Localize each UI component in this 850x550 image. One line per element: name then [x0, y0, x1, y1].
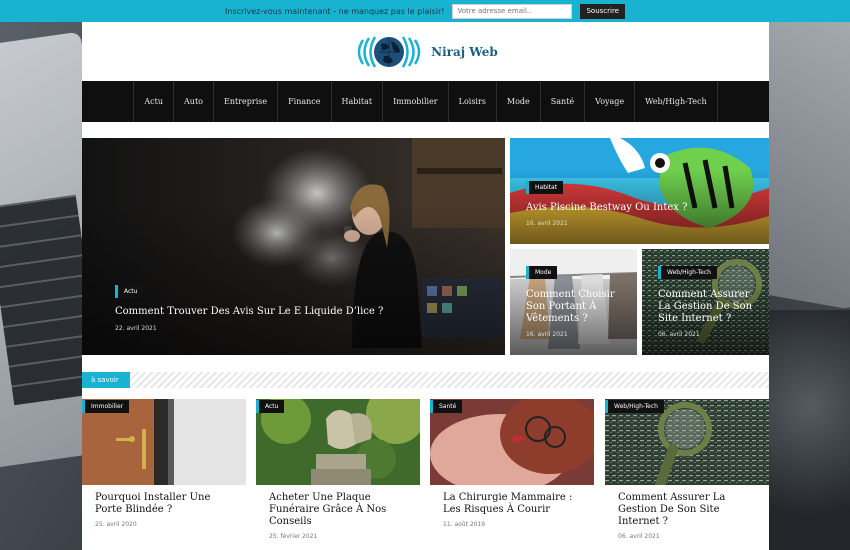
globe-logo-icon[interactable] — [353, 32, 425, 72]
section-stripes — [130, 372, 769, 388]
post-date: 16. avril 2021 — [526, 220, 568, 227]
nav-item-voyage[interactable]: Voyage — [584, 81, 634, 122]
post-title[interactable]: Acheter Une Plaque Funéraire Grâce À Nos… — [269, 492, 414, 528]
subscribe-text: Inscrivez-vous maintenant - ne manquez p… — [225, 6, 445, 16]
post-date: 25. février 2021 — [269, 533, 318, 540]
category-badge[interactable]: Santé — [430, 400, 463, 413]
post-title[interactable]: Avis Piscine Bestway Ou Intex ? — [526, 202, 756, 214]
featured-post-mid-left[interactable]: Mode Comment Choisir Son Portant À Vêtem… — [510, 249, 637, 355]
post-title[interactable]: Comment Trouver Des Avis Sur Le E Liquid… — [115, 306, 455, 318]
nav-item-actu[interactable]: Actu — [133, 81, 173, 122]
nav-item-web-high-tech[interactable]: Web/High-Tech — [634, 81, 718, 122]
nav-item-sante[interactable]: Santé — [539, 81, 584, 122]
main-nav: Actu Auto Entreprise Finance Habitat Imm… — [82, 81, 769, 122]
nav-item-habitat[interactable]: Habitat — [330, 81, 383, 122]
nav-item-finance[interactable]: Finance — [277, 81, 330, 122]
section-label: à savoir — [82, 372, 130, 388]
post-title[interactable]: Pourquoi Installer Une Porte Blindée ? — [95, 492, 240, 516]
nav-item-loisirs[interactable]: Loisirs — [447, 81, 496, 122]
post-title[interactable]: Comment Assurer La Gestion De Son Site I… — [618, 492, 763, 528]
category-badge[interactable]: Mode — [526, 266, 558, 279]
post-date: 25. avril 2020 — [95, 521, 137, 528]
post-date: 11. août 2019 — [443, 521, 486, 528]
post-date: 06. avril 2021 — [658, 331, 700, 338]
nav-item-immobilier[interactable]: Immobilier — [382, 81, 448, 122]
category-badge[interactable]: Web/High-Tech — [658, 266, 717, 279]
post-title[interactable]: Comment Choisir Son Portant À Vêtements … — [526, 289, 631, 325]
post-title[interactable]: Comment Assurer La Gestion De Son Site I… — [658, 289, 763, 325]
featured-post-mid-right[interactable]: Web/High-Tech Comment Assurer La Gestion… — [642, 249, 769, 355]
category-badge[interactable]: Habitat — [526, 181, 564, 194]
category-badge[interactable]: Actu — [115, 285, 144, 298]
email-input[interactable] — [452, 3, 573, 19]
featured-post-top-right[interactable]: Habitat Avis Piscine Bestway Ou Intex ? … — [510, 138, 769, 244]
site-header: Niraj Web — [82, 22, 769, 81]
subscribe-button[interactable]: Souscrire — [580, 3, 625, 19]
post-card[interactable]: Web/High-Tech Comment Assurer La Gestion… — [605, 399, 769, 550]
post-date: 16. avril 2021 — [526, 331, 568, 338]
category-badge[interactable]: Immobilier — [82, 400, 130, 413]
nav-item-auto[interactable]: Auto — [173, 81, 213, 122]
category-badge[interactable]: Web/High-Tech — [605, 400, 664, 413]
post-title[interactable]: La Chirurgie Mammaire : Les Risques À Co… — [443, 492, 588, 516]
post-card[interactable]: Immobilier Pourquoi Installer Une Porte … — [82, 399, 246, 550]
post-card[interactable]: Actu Acheter Une Plaque Funéraire Grâce … — [256, 399, 420, 550]
section-header: à savoir — [82, 372, 769, 388]
site-title[interactable]: Niraj Web — [431, 45, 498, 59]
featured-main-post[interactable]: Actu Comment Trouver Des Avis Sur Le E L… — [82, 138, 505, 355]
post-date: 06. avril 2021 — [618, 533, 660, 540]
category-badge[interactable]: Actu — [256, 400, 285, 413]
page-container: Niraj Web Actu Auto Entreprise Finance H… — [82, 22, 769, 550]
nav-item-mode[interactable]: Mode — [495, 81, 540, 122]
nav-item-entreprise[interactable]: Entreprise — [212, 81, 277, 122]
subscribe-bar: Inscrivez-vous maintenant - ne manquez p… — [0, 0, 850, 22]
post-card[interactable]: Santé La Chirurgie Mammaire : Les Risque… — [430, 399, 594, 550]
post-date: 22. avril 2021 — [115, 325, 157, 332]
